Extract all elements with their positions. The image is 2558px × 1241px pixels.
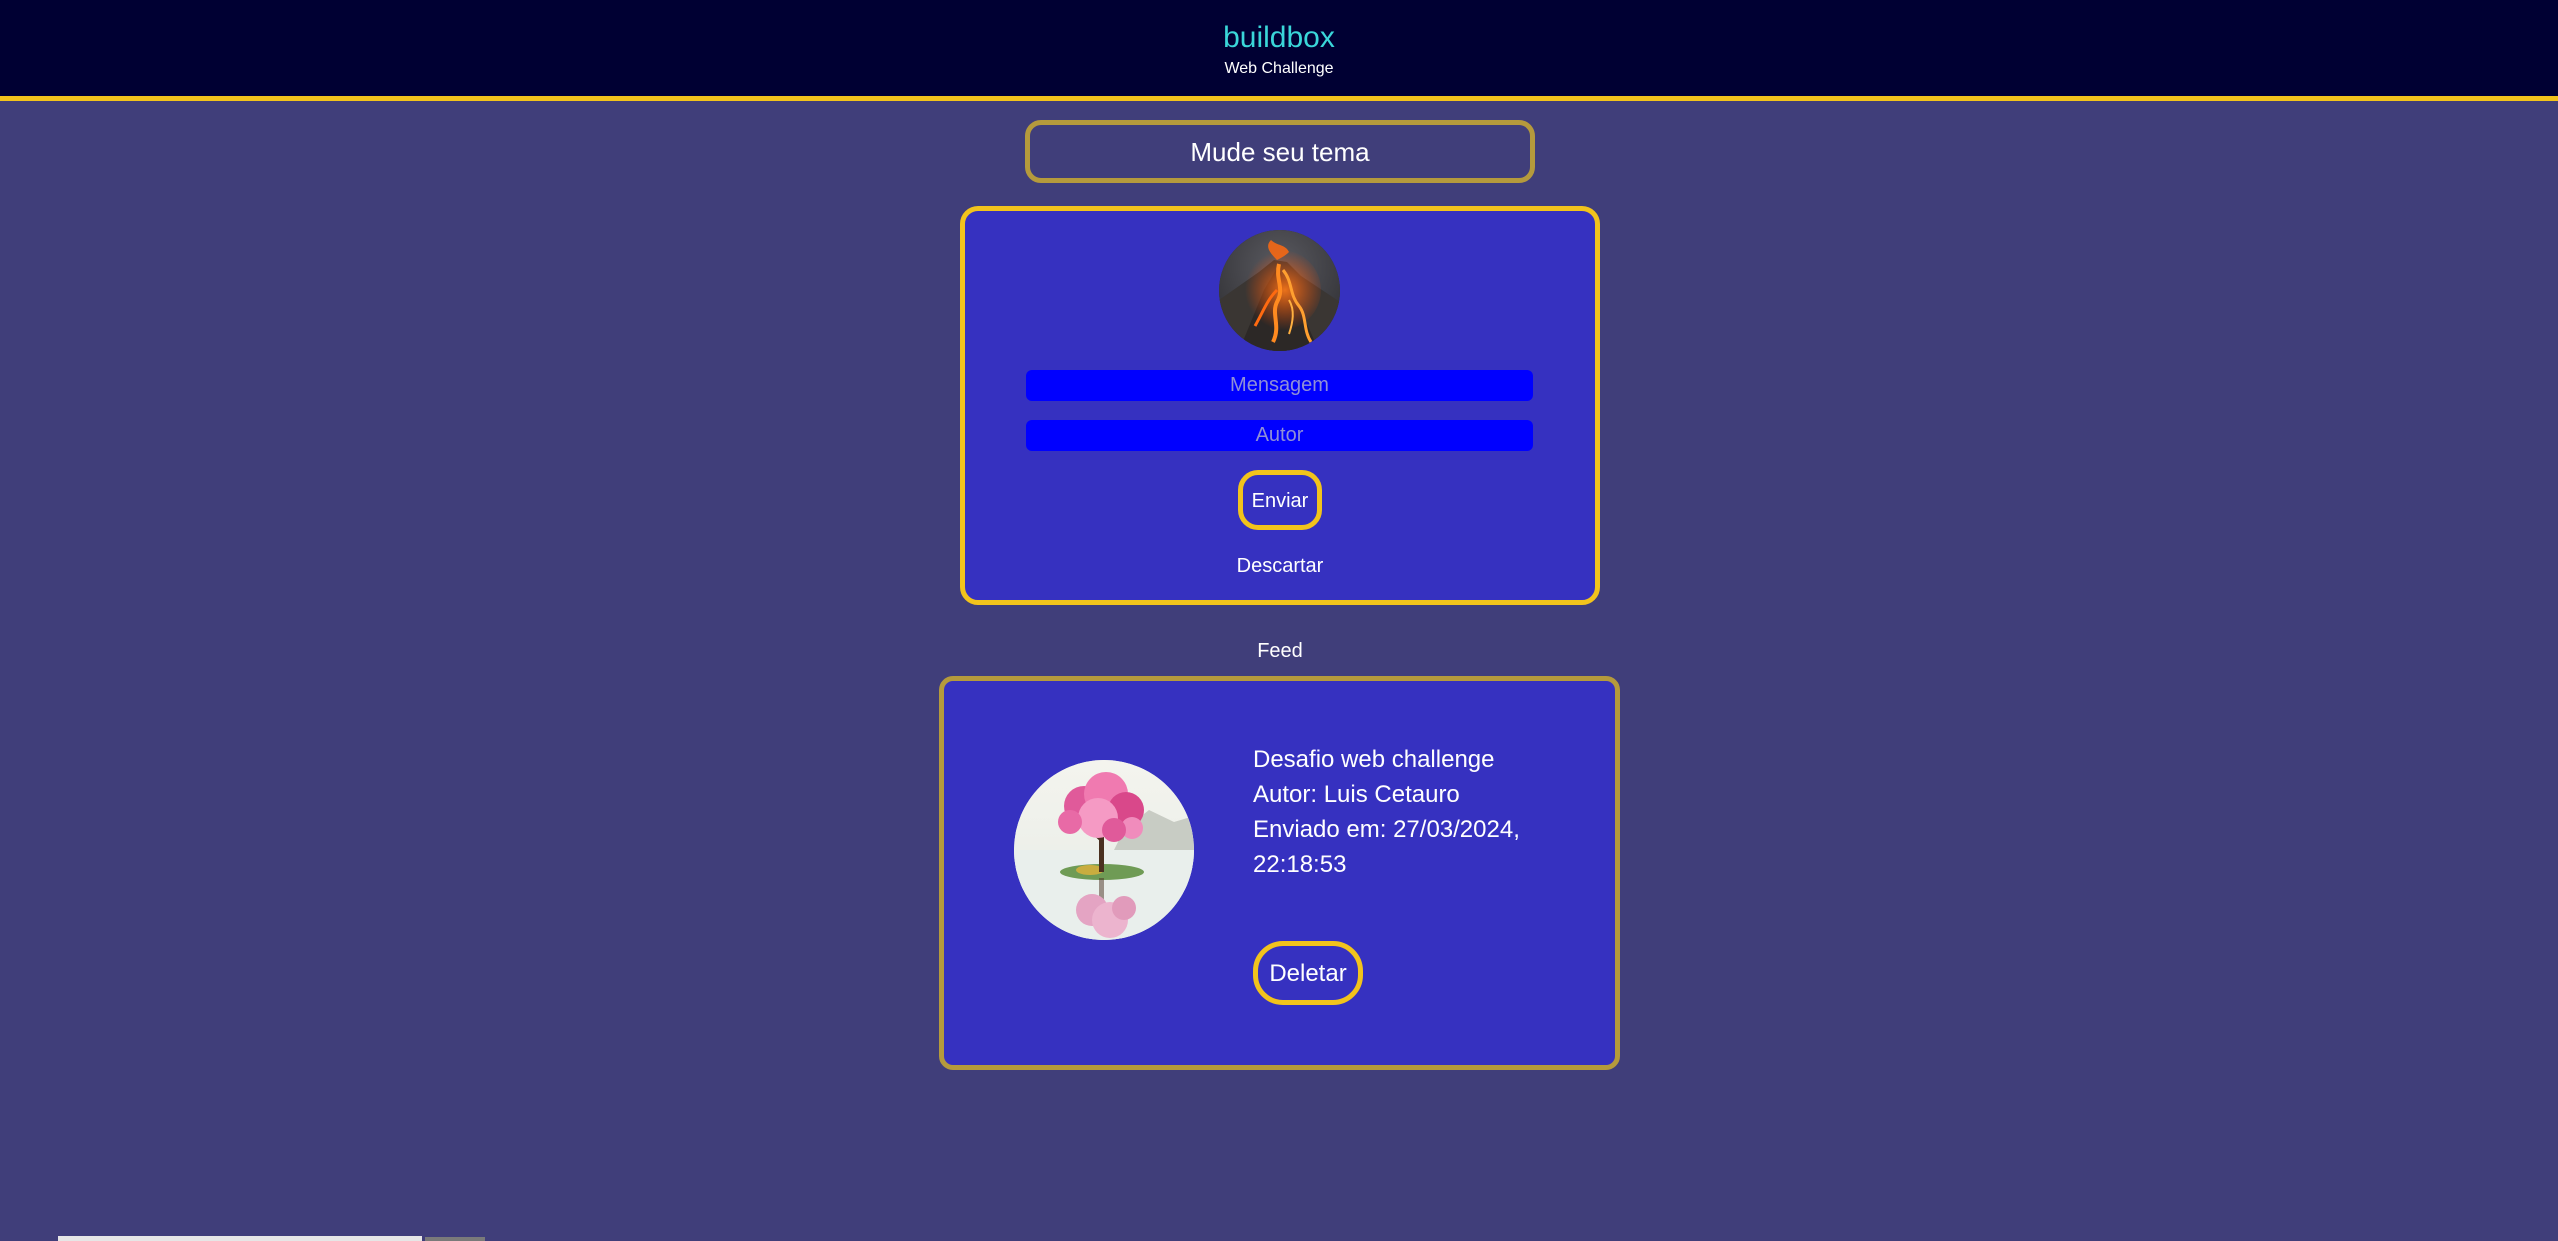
post-author: Autor: Luis Cetauro [1253,781,1460,808]
brand-title: buildbox [1223,21,1335,54]
post-time: 22:18:53 [1253,851,1347,878]
volcano-lava-icon [1219,230,1340,351]
delete-post-button[interactable]: Deletar [1253,941,1363,1005]
post-message: Desafio web challenge [1253,746,1495,773]
compose-avatar-image[interactable] [1219,230,1340,351]
brand-subtitle: Web Challenge [1224,60,1334,77]
cherry-blossom-tree-icon [1014,760,1194,940]
send-button[interactable]: Enviar [1238,470,1322,530]
change-theme-button[interactable]: Mude seu tema [1025,120,1535,183]
feed-heading: Feed [1257,640,1303,662]
horizontal-scrollbar[interactable] [58,1236,422,1241]
discard-button[interactable]: Descartar [1180,552,1380,580]
message-input[interactable] [1026,370,1533,401]
app-header: buildbox Web Challenge [0,0,2558,101]
post-image [1014,760,1194,940]
scrollbar-segment[interactable] [425,1237,485,1241]
post-date: Enviado em: 27/03/2024, [1253,816,1520,843]
author-input[interactable] [1026,420,1533,451]
